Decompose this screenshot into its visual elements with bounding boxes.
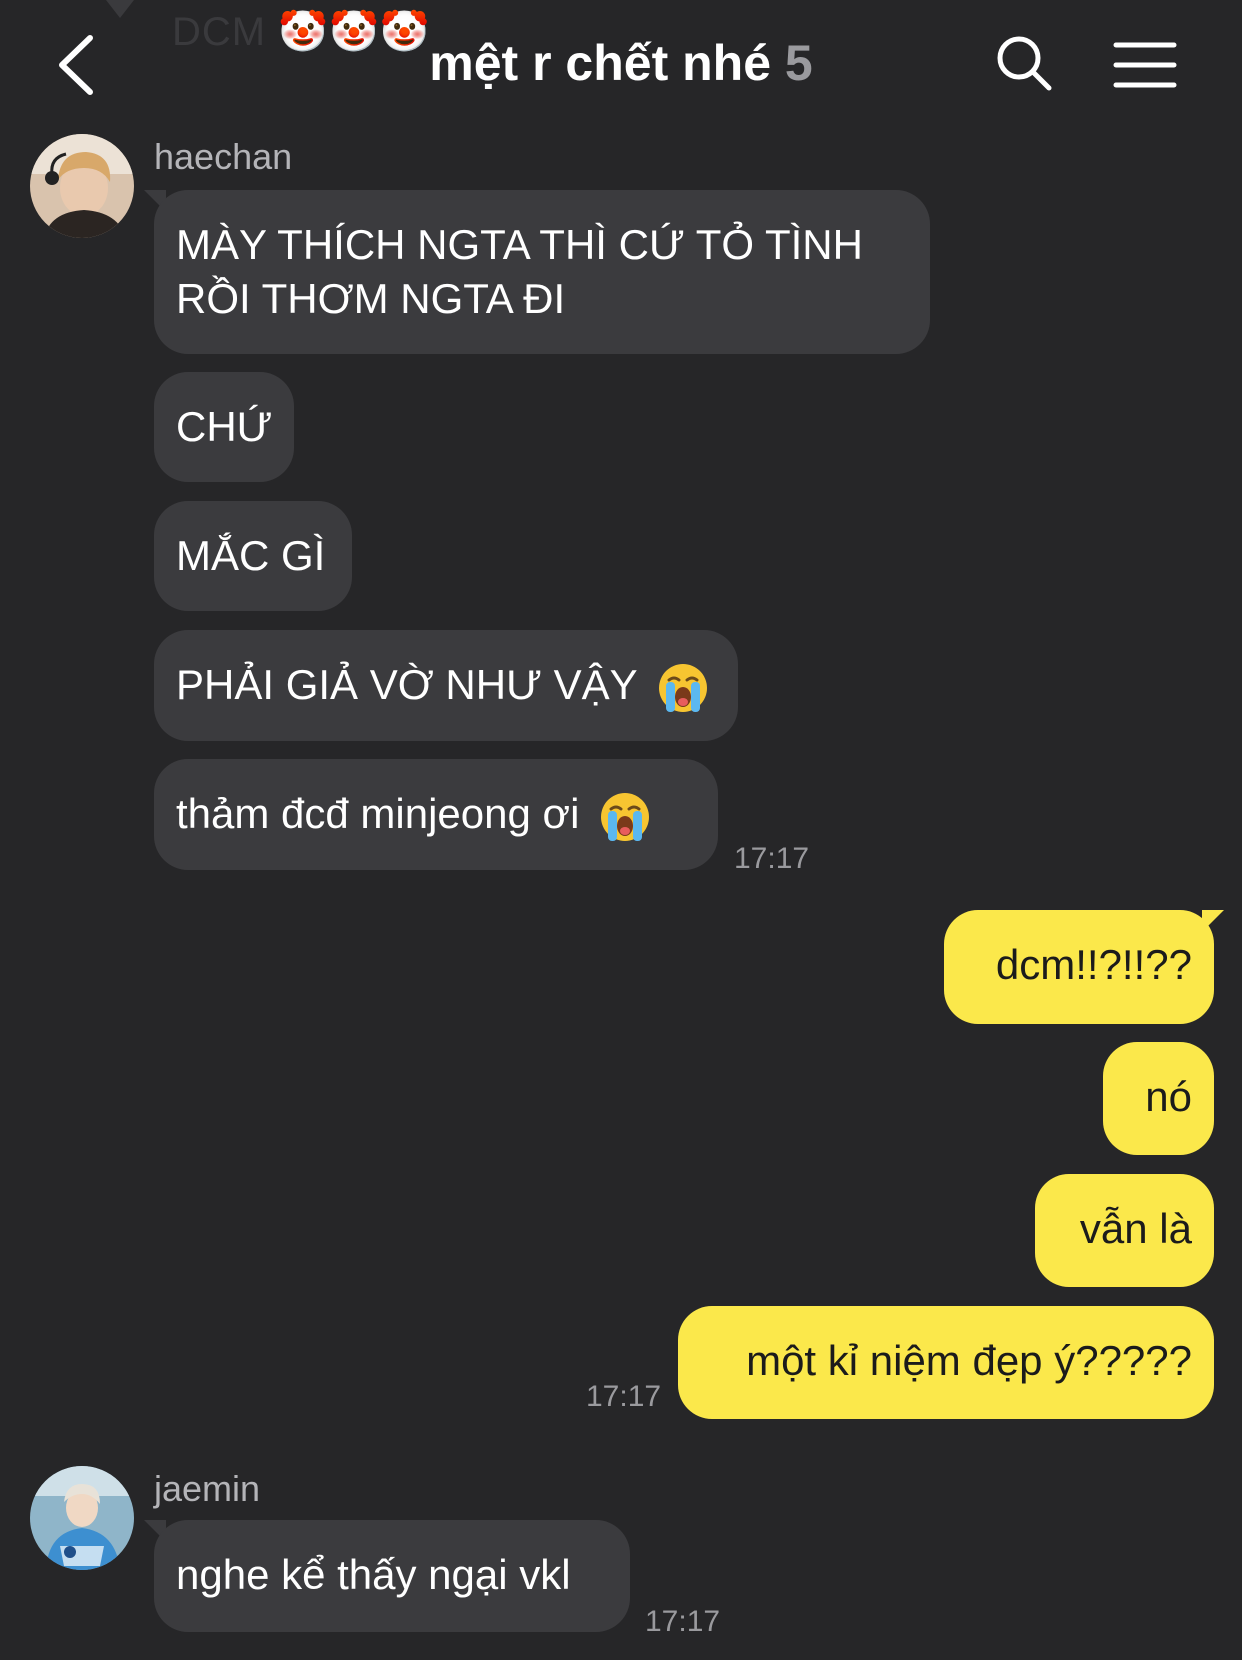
chat-title-text: mệt r chết nhé [429,35,772,91]
message-bubble[interactable]: MẮC GÌ [154,501,352,611]
loudly-crying-face-icon [658,663,707,712]
my-message-bubble[interactable]: vẫn là [1035,1174,1214,1287]
search-icon [997,36,1052,91]
my-message-bubble[interactable]: một kỉ niệm đẹp ý????? [678,1306,1214,1419]
message-bubble[interactable]: nghe kể thấy ngại vkl [154,1520,630,1632]
sender-name-jaemin: jaemin [154,1468,261,1509]
timestamp: 17:17 [734,842,810,875]
haechan-avatar-image [30,134,134,238]
message-text: thảm đcđ minjeong ơi [176,790,580,837]
sender-name-haechan: haechan [154,136,293,177]
search-button[interactable] [995,34,1055,94]
message-bubble[interactable]: PHẢI GIẢ VỜ NHƯ VẬY [154,630,738,741]
timestamp: 17:17 [645,1605,721,1638]
message-text: PHẢI GIẢ VỜ NHƯ VẬY [176,661,637,708]
chat-title: mệt r chết nhé 5 [0,34,1242,92]
loudly-crying-face-icon [601,792,650,841]
member-count: 5 [784,35,813,91]
message-bubble[interactable]: thảm đcđ minjeong ơi [154,759,718,870]
avatar-haechan[interactable] [30,134,134,238]
avatar-jaemin[interactable] [30,1466,134,1570]
hamburger-menu-icon [1113,42,1177,88]
chat-header: mệt r chết nhé 5 [0,0,1242,130]
menu-button[interactable] [1113,40,1177,90]
jaemin-avatar-image [30,1466,134,1570]
my-message-bubble[interactable]: nó [1103,1042,1214,1155]
timestamp: 17:17 [586,1380,662,1413]
message-bubble[interactable]: CHỨ [154,372,294,482]
my-message-bubble[interactable]: dcm!!?!!?? [944,910,1214,1024]
message-bubble[interactable]: MÀY THÍCH NGTA THÌ CỨ TỎ TÌNH RỒI THƠM N… [154,190,930,354]
